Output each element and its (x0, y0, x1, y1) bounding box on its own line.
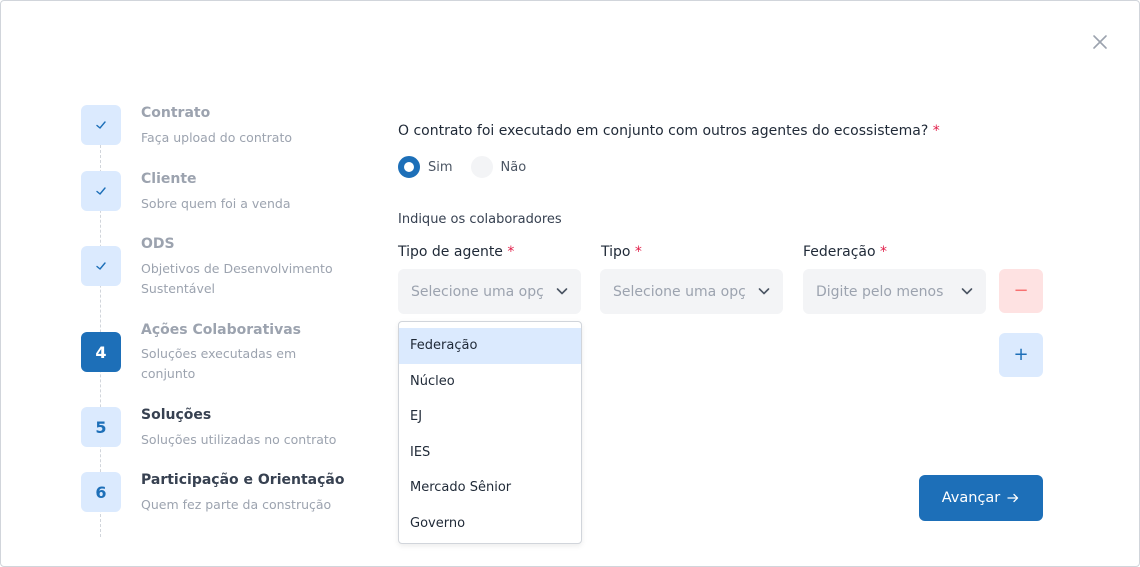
required-mark: * (507, 244, 515, 260)
radio-nao-label[interactable]: Não (501, 160, 527, 175)
radio-nao[interactable] (470, 156, 493, 178)
check-icon (81, 246, 121, 286)
type-label: Tipo * (601, 244, 642, 260)
agent-type-label-text: Tipo de agente (398, 244, 503, 260)
step-description: Objetivos de Desenvolvimento Sustentável (141, 261, 333, 296)
question-label: O contrato foi executado em conjunto com… (398, 123, 940, 139)
radio-sim[interactable] (398, 156, 420, 178)
dropdown-option-ej[interactable]: EJ (399, 399, 581, 435)
required-mark: * (634, 244, 642, 260)
step-title: Soluções (141, 407, 212, 423)
add-collaborator-button[interactable]: + (999, 333, 1043, 377)
step-title: Contrato (141, 105, 211, 121)
arrow-right-icon (1007, 493, 1019, 503)
next-button[interactable]: Avançar (919, 475, 1043, 521)
agent-type-dropdown: Federação Núcleo EJ IES Mercado Sênior G… (398, 321, 582, 544)
step-title: ODS (141, 236, 175, 252)
agent-type-placeholder: Selecione uma opção (411, 283, 543, 300)
step-description: Sobre quem foi a venda (141, 196, 291, 211)
chevron-down-icon (961, 288, 973, 295)
federation-label: Federação * (803, 244, 887, 260)
next-button-label: Avançar (941, 490, 1001, 506)
radio-group: Sim Não (398, 156, 544, 178)
federation-placeholder: Digite pelo menos 3 (816, 283, 948, 300)
chevron-down-icon (758, 288, 770, 295)
federation-select[interactable]: Digite pelo menos 3 (803, 269, 986, 314)
agent-type-select[interactable]: Selecione uma opção (398, 269, 581, 314)
step-description: Soluções executadas em conjunto (141, 346, 297, 381)
step-description: Quem fez parte da construção (141, 497, 332, 512)
dropdown-option-governo[interactable]: Governo (399, 506, 581, 542)
question-text: O contrato foi executado em conjunto com… (398, 123, 929, 139)
step-title: Ações Colaborativas (141, 322, 301, 338)
dropdown-option-mercado-senior[interactable]: Mercado Sênior (399, 470, 581, 506)
remove-collaborator-button[interactable]: − (999, 269, 1043, 313)
step-number: 6 (81, 472, 121, 512)
type-label-text: Tipo (601, 244, 631, 260)
minus-icon: − (1013, 280, 1029, 301)
agent-type-label: Tipo de agente * (398, 244, 514, 260)
chevron-down-icon (556, 288, 568, 295)
plus-icon: + (1013, 344, 1029, 365)
step-description: Soluções utilizadas no contrato (141, 432, 337, 447)
type-select[interactable]: Selecione uma opção (600, 269, 783, 314)
close-icon[interactable] (1090, 32, 1110, 52)
dropdown-option-federacao[interactable]: Federação (399, 328, 581, 364)
step-number: 5 (81, 407, 121, 447)
step-number: 4 (81, 332, 121, 372)
radio-sim-label[interactable]: Sim (428, 160, 453, 175)
dropdown-option-ies[interactable]: IES (399, 435, 581, 471)
required-mark: * (880, 244, 888, 260)
check-icon (81, 105, 121, 145)
modal-dialog: Contrato Faça upload do contrato Cliente… (0, 0, 1140, 567)
step-description: Faça upload do contrato (141, 130, 293, 145)
dropdown-option-nucleo[interactable]: Núcleo (399, 364, 581, 400)
step-title: Cliente (141, 171, 197, 187)
step-title: Participação e Orientação (141, 472, 345, 488)
collaborators-label: Indique os colaboradores (398, 212, 562, 227)
type-placeholder: Selecione uma opção (613, 283, 745, 300)
federation-label-text: Federação (803, 244, 876, 260)
required-mark: * (932, 123, 940, 139)
check-icon (81, 171, 121, 211)
